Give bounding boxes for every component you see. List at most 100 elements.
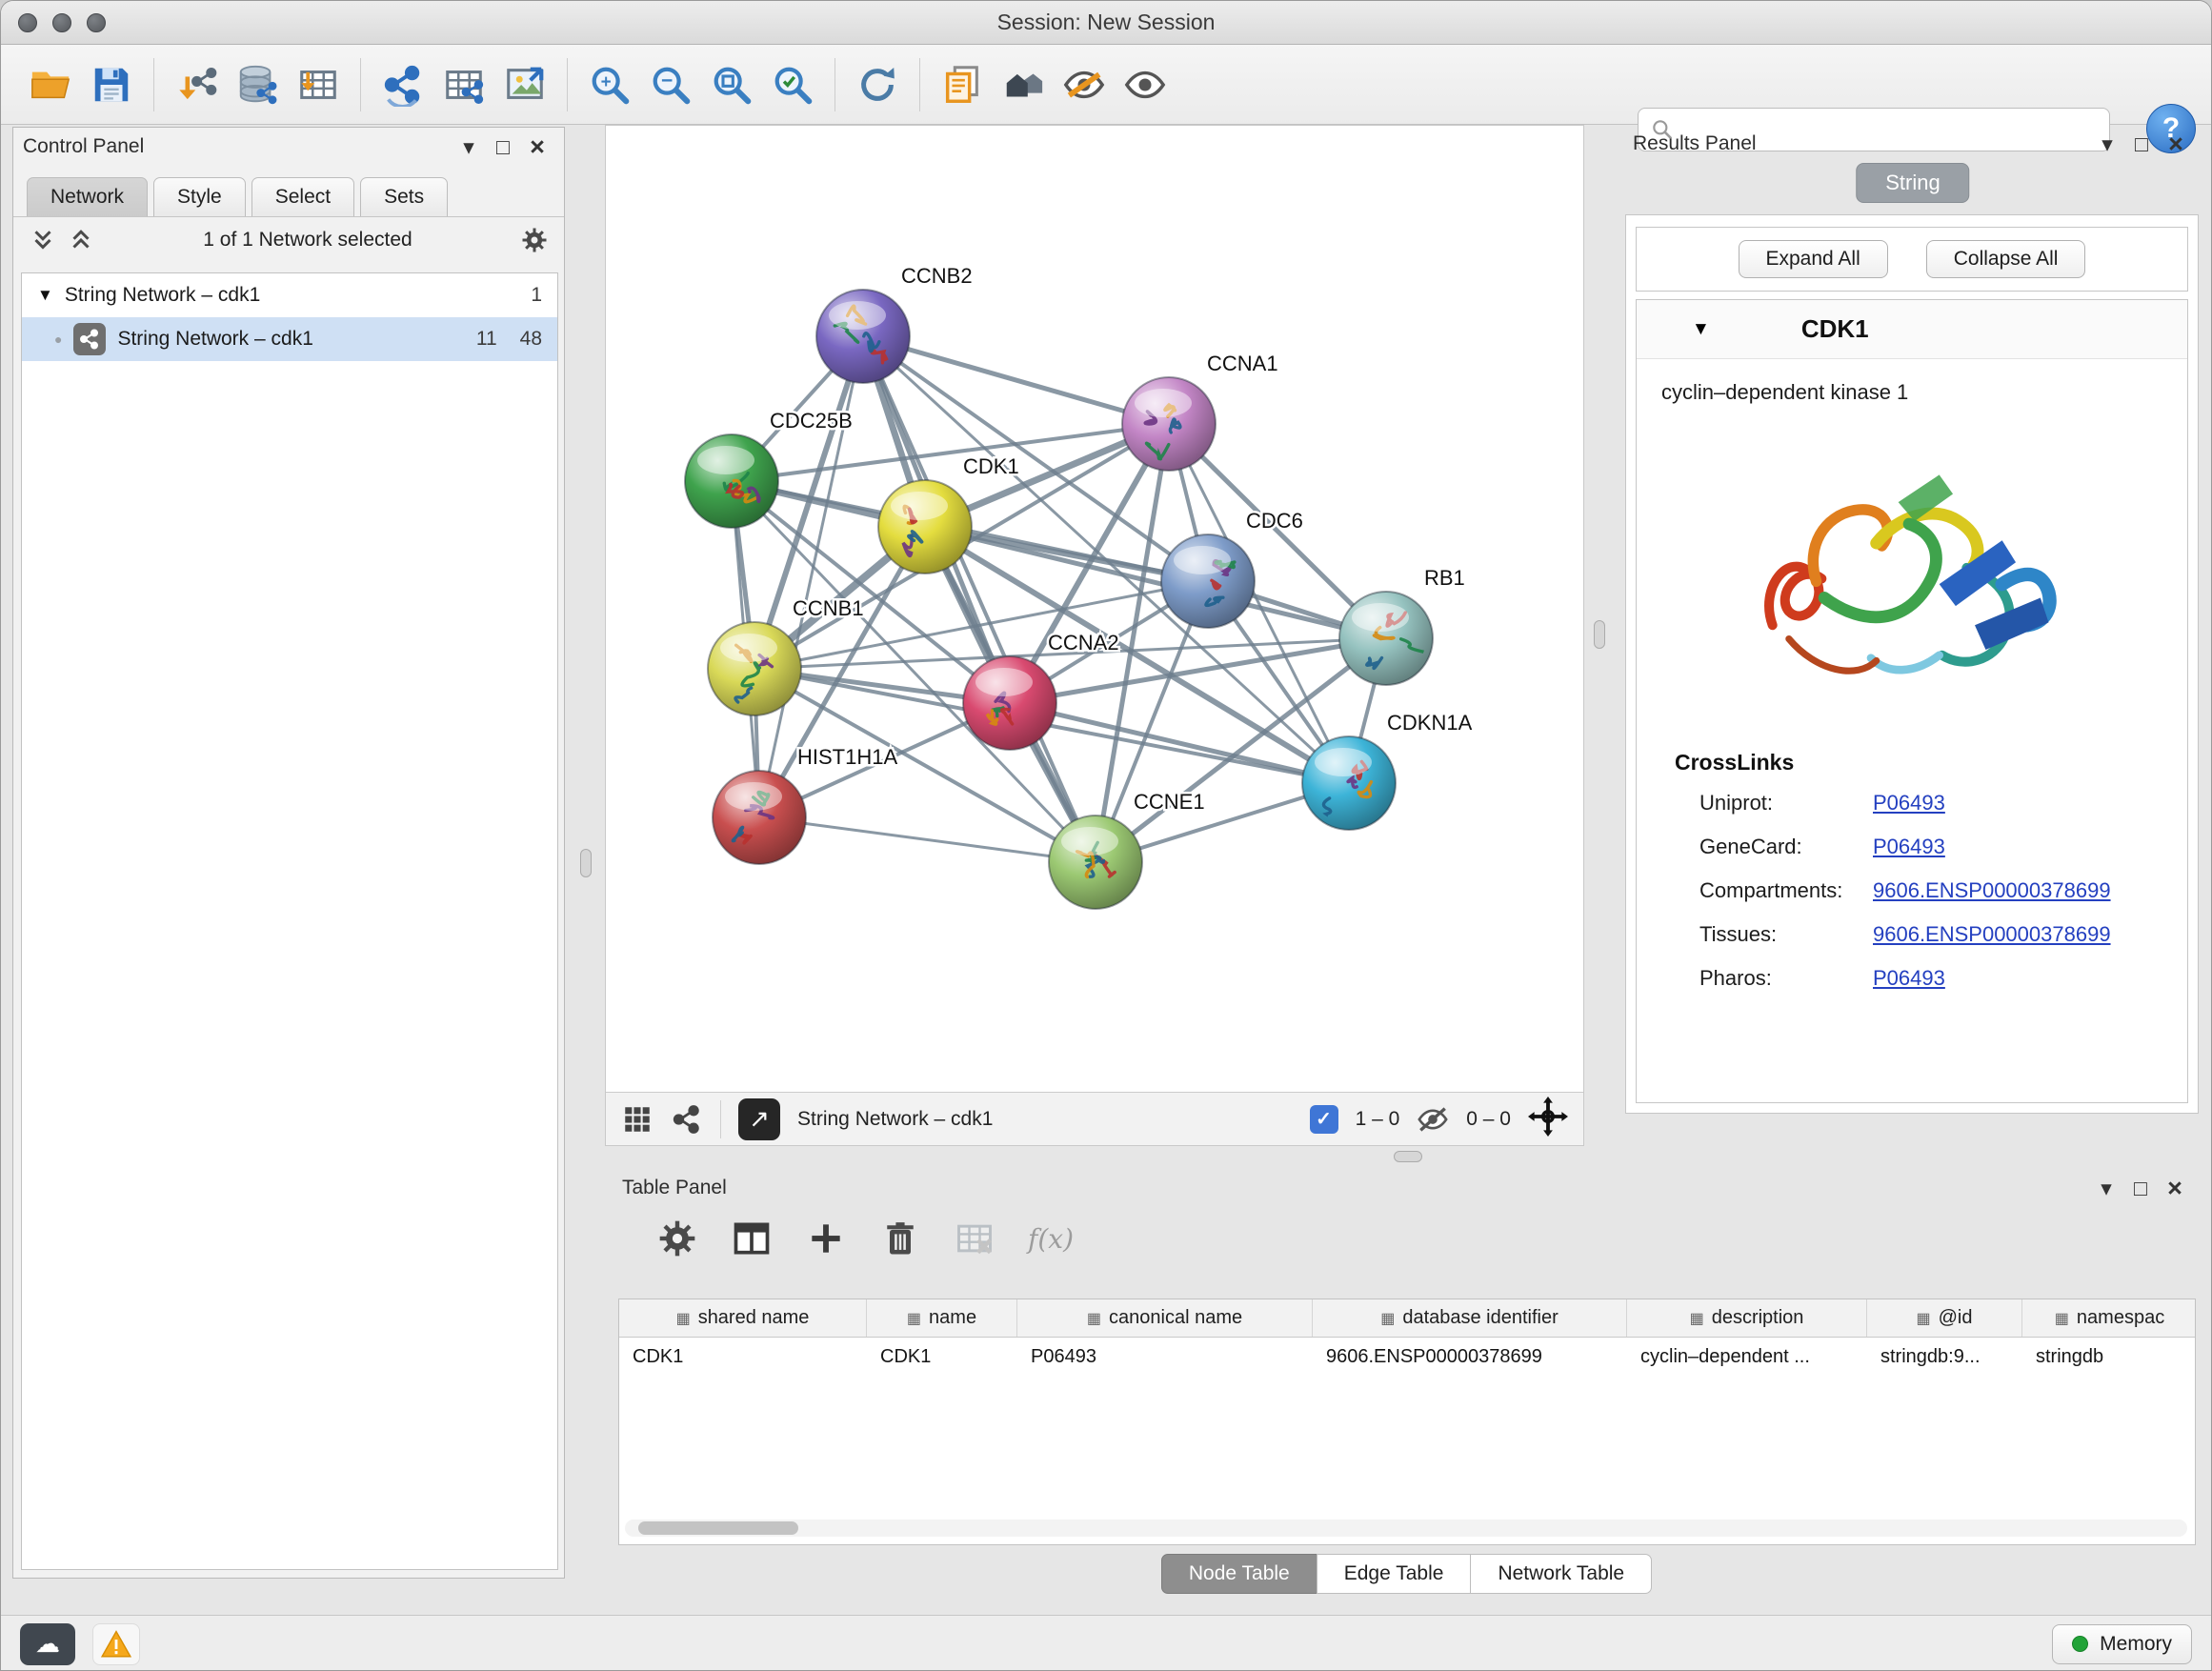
- network-from-table-button[interactable]: [433, 55, 494, 114]
- panel-collapse-button[interactable]: ▾: [2090, 131, 2124, 157]
- network-view-title: String Network – cdk1: [797, 1108, 993, 1131]
- tab-network[interactable]: Network: [27, 177, 148, 216]
- tab-node-table[interactable]: Node Table: [1161, 1554, 1317, 1594]
- bottom-splitter-handle[interactable]: [1394, 1151, 1422, 1162]
- network-node[interactable]: RB1: [1339, 566, 1465, 685]
- network-node[interactable]: CDKN1A: [1302, 711, 1473, 830]
- window-close-button[interactable]: [18, 13, 37, 32]
- section-expand-icon[interactable]: ▼: [1692, 319, 1710, 340]
- panel-float-button[interactable]: □: [2124, 131, 2159, 157]
- import-network-file-button[interactable]: [166, 55, 227, 114]
- selected-nodes-checkbox-icon[interactable]: ✓: [1310, 1105, 1338, 1134]
- crosslink-value-link[interactable]: 9606.ENSP00000378699: [1873, 922, 2111, 947]
- fit-content-button[interactable]: [1528, 1097, 1568, 1142]
- expand-all-icon[interactable]: [67, 226, 95, 254]
- column-header-id[interactable]: ▦@id: [1867, 1299, 2022, 1337]
- network-edge[interactable]: [1010, 703, 1349, 783]
- open-session-button[interactable]: [20, 55, 81, 114]
- delete-column-trash-icon[interactable]: [879, 1218, 921, 1259]
- show-columns-icon[interactable]: [731, 1218, 773, 1259]
- function-builder-button[interactable]: f(x): [1028, 1223, 1074, 1255]
- network-node[interactable]: CCNB1: [708, 596, 864, 715]
- crosslink-value-link[interactable]: 9606.ENSP00000378699: [1873, 878, 2111, 903]
- tab-string[interactable]: String: [1856, 163, 1969, 203]
- gene-card-header[interactable]: ▼ CDK1: [1637, 300, 2187, 359]
- hide-graphics-button[interactable]: [1054, 55, 1115, 114]
- gene-name: CDK1: [1801, 314, 1869, 344]
- network-view[interactable]: CCNB2CCNA1CDC25BCDK1CDC6RB1CCNB1CCNA2CDK…: [605, 125, 1584, 1146]
- tab-select[interactable]: Select: [251, 177, 354, 216]
- left-splitter-handle[interactable]: [580, 849, 592, 877]
- hidden-elements-eye-slash-icon[interactable]: [1417, 1103, 1449, 1136]
- panel-float-button[interactable]: □: [486, 134, 520, 160]
- network-edge[interactable]: [863, 336, 1096, 862]
- panel-collapse-button[interactable]: ▾: [2089, 1176, 2123, 1201]
- apply-layout-button[interactable]: [847, 55, 908, 114]
- crosslink-value-link[interactable]: P06493: [1873, 966, 1945, 991]
- table-settings-gear-icon[interactable]: [656, 1218, 698, 1259]
- open-in-new-window-button[interactable]: ↗: [738, 1098, 780, 1140]
- zoom-in-button[interactable]: +: [579, 55, 640, 114]
- right-splitter-handle[interactable]: [1594, 620, 1605, 649]
- network-node[interactable]: CDC6: [1161, 509, 1303, 628]
- network-edge[interactable]: [759, 817, 1096, 862]
- expand-all-button[interactable]: Expand All: [1739, 240, 1888, 278]
- import-table-button[interactable]: [288, 55, 349, 114]
- network-node[interactable]: CCNA1: [1122, 352, 1278, 471]
- zoom-fit-button[interactable]: [701, 55, 762, 114]
- zoom-out-button[interactable]: −: [640, 55, 701, 114]
- crosslinks-list: Uniprot:P06493GeneCard:P06493Compartment…: [1637, 781, 2187, 1000]
- network-canvas[interactable]: CCNB2CCNA1CDC25BCDK1CDC6RB1CCNB1CCNA2CDK…: [606, 126, 1583, 1092]
- network-selection-summary: 1 of 1 Network selected: [105, 229, 511, 252]
- network-node[interactable]: CDK1: [878, 454, 1019, 574]
- panel-close-button[interactable]: ×: [520, 132, 554, 162]
- gear-icon[interactable]: [520, 226, 549, 254]
- column-header-namespac[interactable]: ▦namespac: [2022, 1299, 2196, 1337]
- column-header-label: database identifier: [1402, 1307, 1558, 1329]
- network-node[interactable]: CCNB2: [816, 264, 973, 383]
- window-minimize-button[interactable]: [52, 13, 71, 32]
- column-sort-icon: ▦: [1380, 1309, 1395, 1328]
- panel-float-button[interactable]: □: [2123, 1176, 2158, 1201]
- column-header-description[interactable]: ▦description: [1627, 1299, 1867, 1337]
- table-row[interactable]: CDK1CDK1P064939606.ENSP00000378699cyclin…: [619, 1338, 2195, 1376]
- column-header-shared-name[interactable]: ▦shared name: [619, 1299, 867, 1337]
- add-column-plus-icon[interactable]: [805, 1218, 847, 1259]
- collapse-all-icon[interactable]: [29, 226, 57, 254]
- import-network-database-button[interactable]: [227, 55, 288, 114]
- column-header-database-identifier[interactable]: ▦ database identifier: [1313, 1299, 1627, 1337]
- crosslink-value-link[interactable]: P06493: [1873, 791, 1945, 815]
- copy-style-button[interactable]: [932, 55, 993, 114]
- new-network-button[interactable]: [372, 55, 433, 114]
- table-horizontal-scrollbar[interactable]: [625, 1520, 2187, 1537]
- column-header-name[interactable]: ▦name: [867, 1299, 1017, 1337]
- panel-collapse-button[interactable]: ▾: [452, 134, 486, 160]
- crosslink-value-link[interactable]: P06493: [1873, 835, 1945, 859]
- show-graphics-button[interactable]: [1115, 55, 1176, 114]
- warning-triangle-icon: [100, 1628, 132, 1661]
- tab-style[interactable]: Style: [153, 177, 246, 216]
- birds-eye-grid-icon[interactable]: [621, 1103, 654, 1136]
- tab-sets[interactable]: Sets: [360, 177, 448, 216]
- string-home-button[interactable]: [993, 55, 1054, 114]
- network-node[interactable]: HIST1H1A: [713, 745, 897, 864]
- tab-edge-table[interactable]: Edge Table: [1317, 1554, 1472, 1594]
- scrollbar-thumb[interactable]: [638, 1521, 798, 1535]
- network-row[interactable]: ● String Network – cdk1 11 48: [22, 317, 557, 361]
- tab-network-table[interactable]: Network Table: [1470, 1554, 1652, 1594]
- control-panel-tabs: NetworkStyleSelectSets: [13, 166, 564, 217]
- warnings-button[interactable]: [92, 1623, 140, 1665]
- window-zoom-button[interactable]: [87, 13, 106, 32]
- export-image-button[interactable]: [494, 55, 555, 114]
- cloud-services-button[interactable]: ☁: [20, 1623, 75, 1665]
- memory-button[interactable]: Memory: [2052, 1624, 2192, 1664]
- save-session-button[interactable]: [81, 55, 142, 114]
- collapse-all-button[interactable]: Collapse All: [1926, 240, 2086, 278]
- zoom-selected-button[interactable]: [762, 55, 823, 114]
- network-collection-row[interactable]: ▼ String Network – cdk1 1: [22, 273, 557, 317]
- panel-close-button[interactable]: ×: [2158, 1174, 2192, 1203]
- panel-close-button[interactable]: ×: [2159, 130, 2193, 159]
- tree-expand-icon[interactable]: ▼: [37, 286, 53, 305]
- column-header-canonical-name[interactable]: ▦canonical name: [1017, 1299, 1313, 1337]
- network-overview-icon[interactable]: [671, 1103, 703, 1136]
